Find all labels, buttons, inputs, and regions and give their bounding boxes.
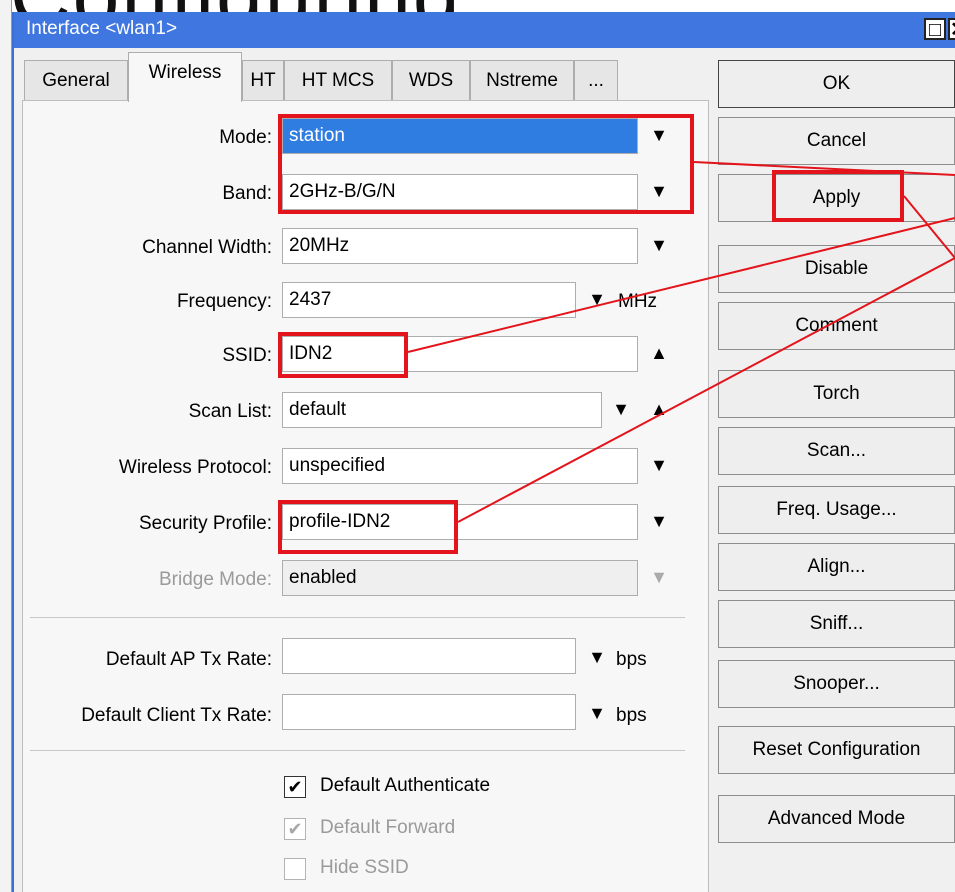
snooper-button[interactable]: Snooper...	[718, 660, 955, 708]
sniff-button[interactable]: Sniff...	[718, 600, 955, 648]
labels-column: Mode: Band: Channel Width: Frequency: SS…	[0, 0, 272, 892]
bridge-mode-label: Bridge Mode:	[158, 569, 272, 590]
scan-button[interactable]: Scan...	[718, 427, 955, 475]
ssid-highlight-box	[278, 332, 408, 378]
ssid-collapse-icon[interactable]: ▲	[644, 336, 674, 370]
bridge-mode-select: enabled	[282, 560, 638, 596]
default-client-tx-rate-input[interactable]	[282, 694, 576, 730]
hide-ssid-checkbox	[284, 858, 306, 880]
hide-ssid-label: Hide SSID	[320, 857, 409, 878]
ok-button[interactable]: OK	[718, 60, 955, 108]
frequency-label: Frequency:	[176, 291, 272, 312]
channel-width-dropdown-icon[interactable]: ▼	[644, 228, 674, 262]
freq-usage-button[interactable]: Freq. Usage...	[718, 486, 955, 534]
default-client-tx-rate-label: Default Client Tx Rate:	[81, 705, 272, 726]
default-ap-tx-rate-dropdown-icon[interactable]: ▼	[582, 640, 612, 674]
maximize-icon[interactable]: □	[924, 18, 946, 40]
scan-list-label: Scan List:	[188, 401, 272, 422]
security-profile-label: Security Profile:	[138, 513, 272, 534]
mode-label: Mode:	[219, 127, 272, 148]
comment-button[interactable]: Comment	[718, 302, 955, 350]
divider	[30, 750, 685, 751]
frequency-dropdown-icon[interactable]: ▼	[582, 282, 612, 316]
torch-button[interactable]: Torch	[718, 370, 955, 418]
scan-list-dropdown-icon[interactable]: ▼	[606, 392, 636, 426]
channel-width-label: Channel Width:	[142, 237, 272, 258]
default-forward-checkbox: ✔	[284, 818, 306, 840]
close-icon[interactable]: ✕	[948, 18, 955, 40]
tab-nstreme[interactable]: Nstreme	[470, 60, 574, 100]
default-forward-label: Default Forward	[320, 817, 456, 838]
tab-ht-mcs[interactable]: HT MCS	[284, 60, 392, 100]
scan-list-select[interactable]: default	[282, 392, 602, 428]
default-client-tx-rate-dropdown-icon[interactable]: ▼	[582, 696, 612, 730]
tab-wireless[interactable]: Wireless	[128, 52, 242, 102]
default-authenticate-label: Default Authenticate	[320, 775, 491, 796]
wireless-protocol-select[interactable]: unspecified	[282, 448, 638, 484]
tab-wds[interactable]: WDS	[392, 60, 470, 100]
divider	[30, 617, 685, 618]
default-ap-tx-rate-label: Default AP Tx Rate:	[105, 649, 272, 670]
channel-width-select[interactable]: 20MHz	[282, 228, 638, 264]
tab-more[interactable]: ...	[574, 60, 618, 100]
apply-highlight-box	[772, 170, 904, 222]
band-label: Band:	[222, 183, 272, 204]
ssid-label: SSID:	[222, 345, 272, 366]
scan-list-collapse-icon[interactable]: ▲	[644, 392, 674, 426]
default-client-tx-rate-unit: bps	[616, 705, 647, 726]
bridge-mode-dropdown-icon: ▼	[650, 567, 668, 587]
wireless-protocol-dropdown-icon[interactable]: ▼	[644, 448, 674, 482]
align-button[interactable]: Align...	[718, 543, 955, 591]
mode-band-highlight-box	[278, 114, 694, 214]
wireless-protocol-label: Wireless Protocol:	[118, 457, 272, 478]
frequency-select[interactable]: 2437	[282, 282, 576, 318]
security-profile-highlight-box	[278, 500, 458, 554]
reset-configuration-button[interactable]: Reset Configuration	[718, 726, 955, 774]
default-ap-tx-rate-unit: bps	[616, 649, 647, 670]
default-ap-tx-rate-input[interactable]	[282, 638, 576, 674]
cancel-button[interactable]: Cancel	[718, 117, 955, 165]
frequency-unit: MHz	[618, 291, 658, 312]
advanced-mode-button[interactable]: Advanced Mode	[718, 795, 955, 843]
security-profile-dropdown-icon[interactable]: ▼	[644, 504, 674, 538]
disable-button[interactable]: Disable	[718, 245, 955, 293]
default-authenticate-checkbox[interactable]: ✔	[284, 776, 306, 798]
